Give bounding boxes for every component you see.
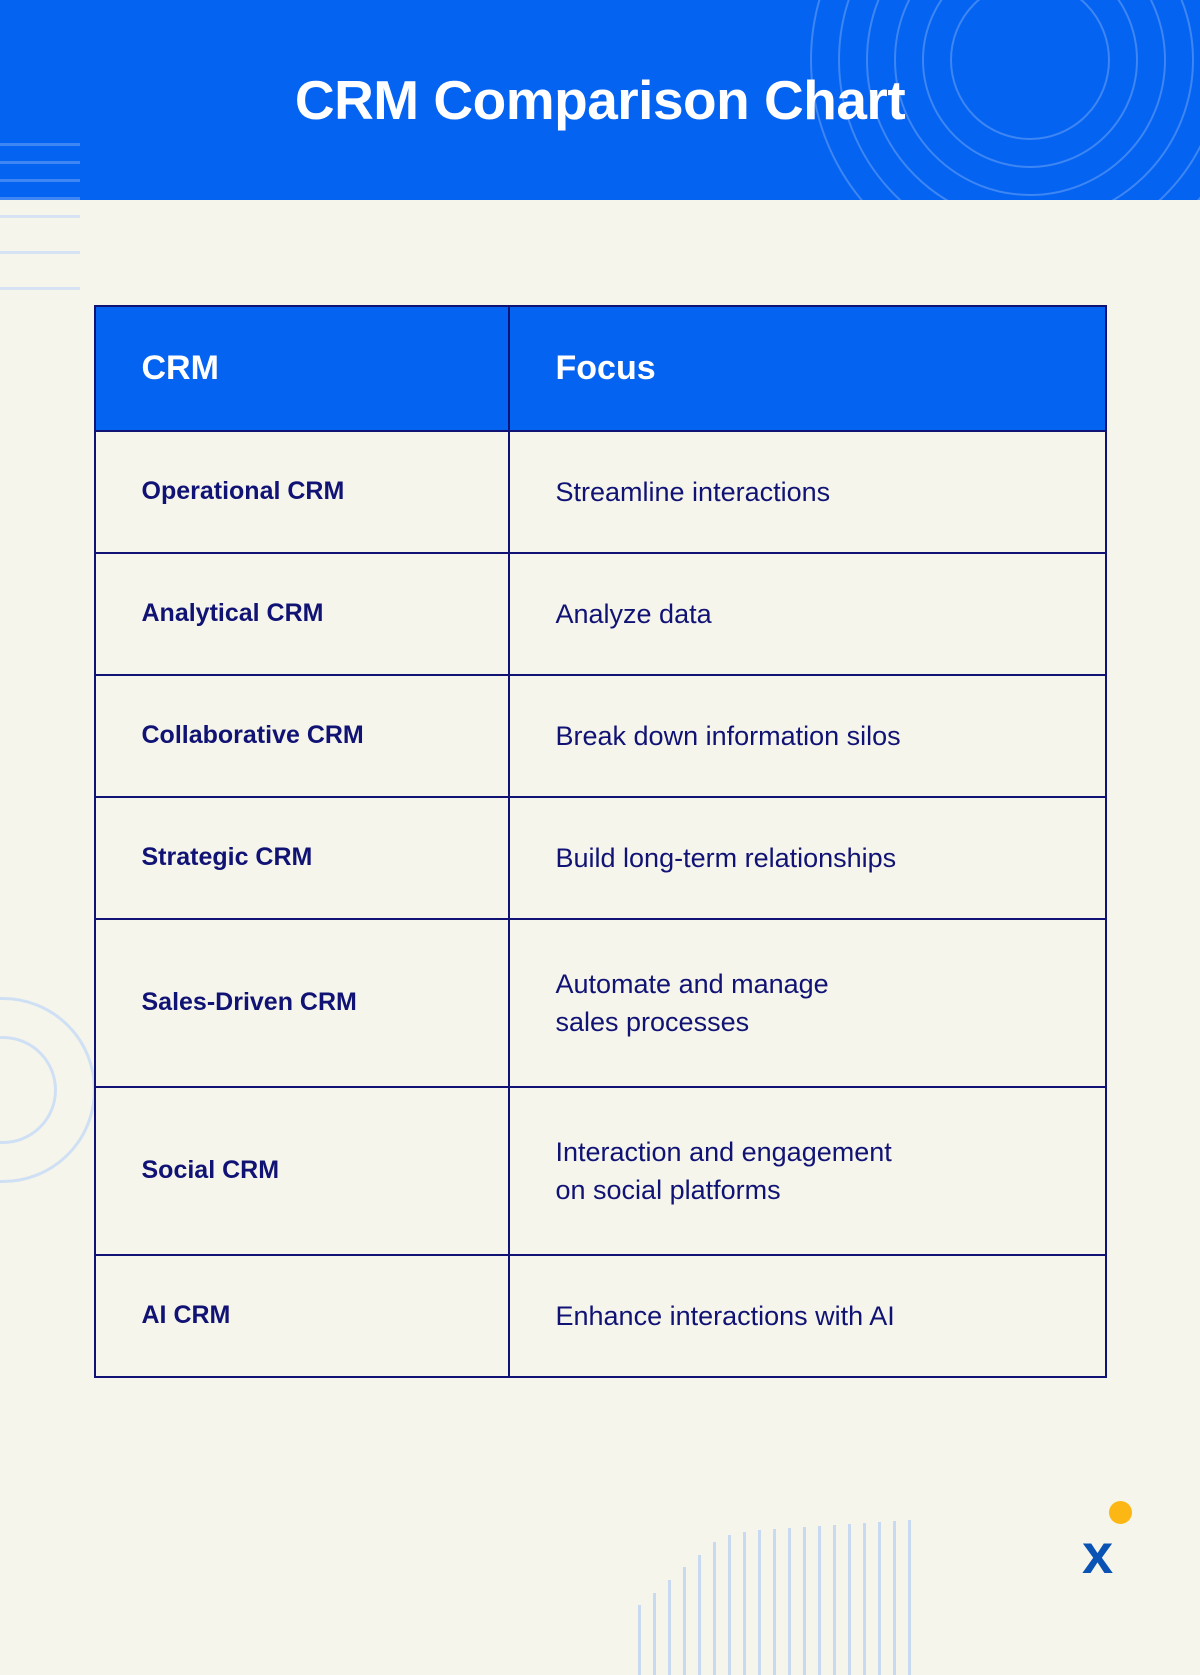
cell-crm-name: AI CRM	[93, 1254, 510, 1378]
page-title: CRM Comparison Chart	[294, 68, 906, 131]
left-concentric-circles	[0, 995, 98, 1185]
cell-crm-focus: Interaction and engagement on social plat…	[507, 1086, 1107, 1256]
crm-comparison-table: CRM Focus Operational CRM Streamline int…	[93, 305, 1107, 1378]
cell-crm-name: Collaborative CRM	[93, 674, 510, 798]
table-header: CRM Focus	[93, 305, 1107, 432]
logo-x-icon: x	[1082, 1521, 1114, 1585]
column-header-crm: CRM	[93, 305, 510, 432]
brand-logo: x	[1082, 1501, 1138, 1585]
column-header-focus: Focus	[507, 305, 1107, 432]
table-row: Strategic CRM Build long-term relationsh…	[93, 796, 1107, 920]
cell-crm-name: Sales-Driven CRM	[93, 918, 510, 1088]
table-row: AI CRM Enhance interactions with AI	[93, 1254, 1107, 1378]
crm-comparison-table-container: CRM Focus Operational CRM Streamline int…	[93, 305, 1107, 1378]
table-row: Sales-Driven CRM Automate and manage sale…	[93, 918, 1107, 1088]
table-row: Analytical CRM Analyze data	[93, 552, 1107, 676]
cell-crm-name: Operational CRM	[93, 430, 510, 554]
cell-crm-name: Analytical CRM	[93, 552, 510, 676]
cell-crm-name: Social CRM	[93, 1086, 510, 1256]
logo-dot-icon	[1109, 1501, 1132, 1524]
cell-crm-focus: Break down information silos	[507, 674, 1107, 798]
table-row: Social CRM Interaction and engagement on …	[93, 1086, 1107, 1256]
bottom-vertical-hairlines	[638, 1515, 938, 1675]
cell-crm-focus: Streamline interactions	[507, 430, 1107, 554]
cell-crm-focus: Automate and manage sales processes	[507, 918, 1107, 1088]
cell-crm-focus: Enhance interactions with AI	[507, 1254, 1107, 1378]
cell-crm-focus: Analyze data	[507, 552, 1107, 676]
cell-crm-focus: Build long-term relationships	[507, 796, 1107, 920]
cell-crm-name: Strategic CRM	[93, 796, 510, 920]
table-body: Operational CRM Streamline interactions …	[93, 430, 1107, 1378]
table-row: Collaborative CRM Break down information…	[93, 674, 1107, 798]
page-header-banner: CRM Comparison Chart	[0, 0, 1200, 200]
table-row: Operational CRM Streamline interactions	[93, 430, 1107, 554]
table-header-row: CRM Focus	[93, 305, 1107, 432]
